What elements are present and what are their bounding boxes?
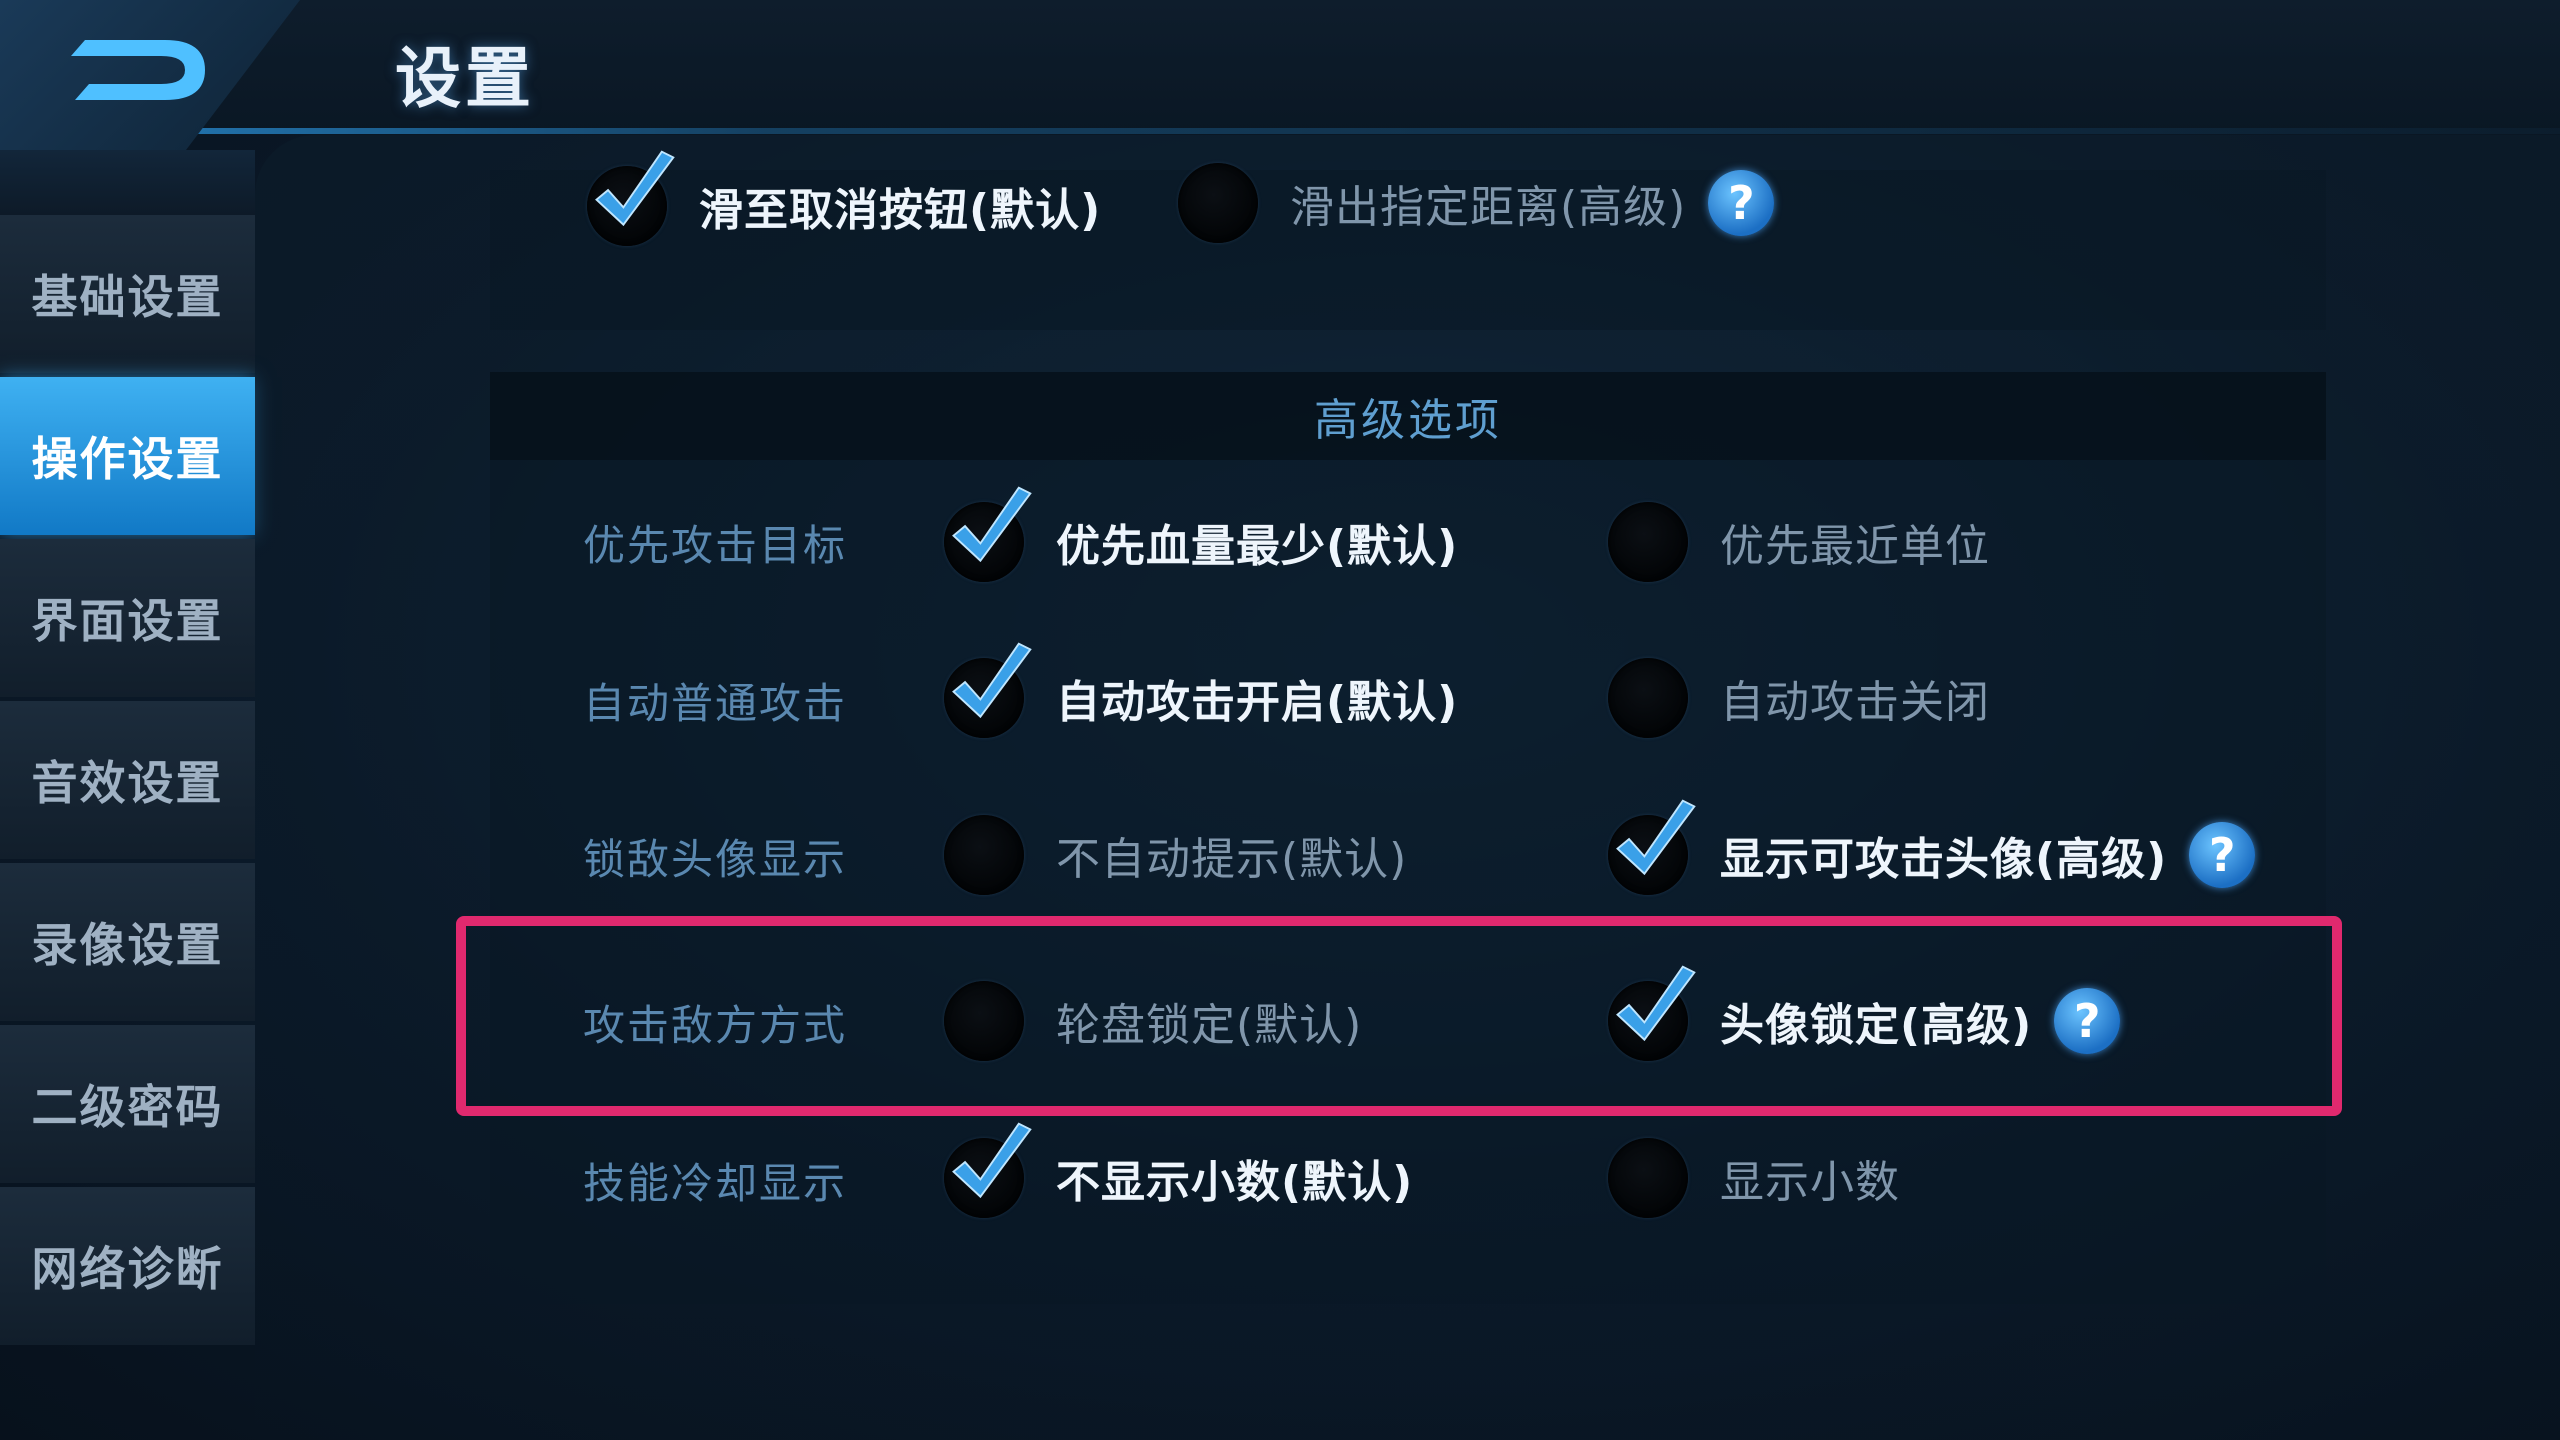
sidebar-decoration	[0, 150, 255, 215]
option-label: 不自动提示(默认)	[1056, 834, 1408, 885]
checkmark-icon	[952, 642, 1032, 719]
radio-unchecked[interactable]	[1178, 163, 1258, 243]
advanced-options-title: 高级选项	[1314, 395, 1502, 446]
top-bar	[0, 0, 2560, 135]
option-show-attackable-avatar[interactable]: 显示可攻击头像(高级) ?	[1608, 799, 2256, 895]
checkmark-icon	[952, 486, 1032, 563]
row-label-auto-attack: 自动普通攻击	[583, 679, 848, 728]
page-title: 设置	[395, 40, 535, 117]
option-nearest-unit[interactable]: 优先最近单位	[1608, 502, 1990, 582]
back-icon	[71, 40, 205, 100]
radio-unchecked[interactable]	[1608, 502, 1688, 582]
sidebar-item-controls[interactable]: 操作设置	[0, 377, 255, 535]
radio-unchecked[interactable]	[1608, 658, 1688, 738]
radio-checked[interactable]	[587, 150, 675, 246]
sidebar-item-replay[interactable]: 录像设置	[0, 863, 255, 1021]
option-label: 优先血量最少(默认)	[1056, 521, 1459, 572]
sidebar-item-secondary-password[interactable]: 二级密码	[0, 1025, 255, 1183]
option-auto-attack-off[interactable]: 自动攻击关闭	[1608, 658, 1990, 738]
radio-unchecked[interactable]	[1608, 1138, 1688, 1218]
row-label-priority-target: 优先攻击目标	[583, 521, 848, 570]
option-label: 滑至取消按钮(默认)	[699, 185, 1102, 236]
radio-checked[interactable]	[944, 642, 1032, 738]
option-slide-to-cancel[interactable]: 滑至取消按钮(默认)	[587, 150, 1102, 246]
option-show-decimal[interactable]: 显示小数	[1608, 1138, 1900, 1218]
checkmark-icon	[952, 1122, 1032, 1199]
option-label: 自动攻击开启(默认)	[1056, 677, 1459, 728]
sidebar-item-network-diagnosis[interactable]: 网络诊断	[0, 1187, 255, 1345]
radio-checked[interactable]	[1608, 799, 1696, 895]
row-label-cooldown-display: 技能冷却显示	[583, 1159, 848, 1208]
sidebar-item-interface[interactable]: 界面设置	[0, 539, 255, 697]
option-label: 自动攻击关闭	[1720, 677, 1990, 728]
checkmark-icon	[1616, 799, 1696, 876]
option-lowest-hp[interactable]: 优先血量最少(默认)	[944, 486, 1459, 582]
option-auto-attack-on[interactable]: 自动攻击开启(默认)	[944, 642, 1459, 738]
option-no-decimal[interactable]: 不显示小数(默认)	[944, 1122, 1414, 1218]
help-icon[interactable]: ?	[1708, 170, 1775, 236]
option-label: 优先最近单位	[1720, 521, 1990, 572]
option-no-auto-prompt[interactable]: 不自动提示(默认)	[944, 815, 1407, 895]
highlight-box	[456, 916, 2342, 1116]
option-slide-out-distance[interactable]: 滑出指定距离(高级) ?	[1178, 163, 1775, 243]
radio-checked[interactable]	[944, 486, 1032, 582]
top-bar-glow	[0, 128, 2560, 134]
checkmark-icon	[595, 150, 675, 227]
row-label-lock-avatar-display: 锁敌头像显示	[583, 835, 848, 884]
option-label: 不显示小数(默认)	[1056, 1157, 1414, 1208]
option-label: 滑出指定距离(高级)	[1290, 182, 1687, 233]
sidebar: 基础设置 操作设置 界面设置 音效设置 录像设置 二级密码 网络诊断	[0, 215, 255, 1349]
option-label: 显示可攻击头像(高级)	[1720, 834, 2168, 885]
sidebar-item-sound[interactable]: 音效设置	[0, 701, 255, 859]
radio-checked[interactable]	[944, 1122, 1032, 1218]
option-label: 显示小数	[1720, 1157, 1900, 1208]
advanced-options-header: 高级选项	[490, 372, 2326, 460]
help-icon[interactable]: ?	[2189, 822, 2256, 888]
radio-unchecked[interactable]	[944, 815, 1024, 895]
sidebar-item-basic[interactable]: 基础设置	[0, 215, 255, 373]
